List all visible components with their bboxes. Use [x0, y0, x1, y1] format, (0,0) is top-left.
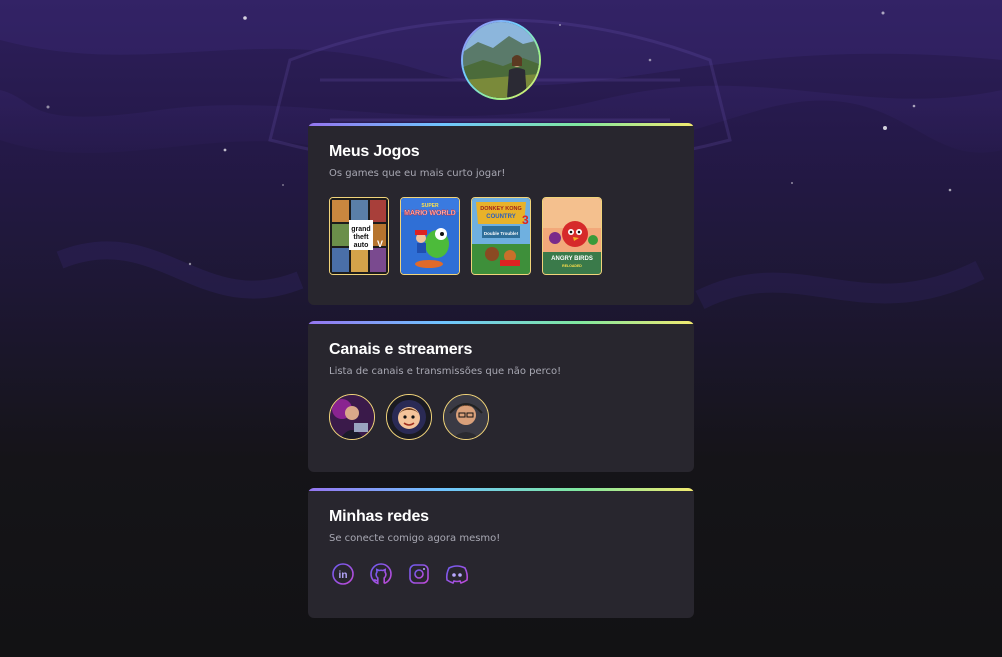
socials-card: Minhas redes Se conecte comigo agora mes… — [308, 488, 694, 618]
socials-card-title: Minhas redes — [329, 508, 429, 525]
streamer-2-avatar-icon — [387, 395, 431, 439]
games-card-subtitle: Os games que eu mais curto jogar! — [329, 168, 506, 179]
socials-card-subtitle: Se conecte comigo agora mesmo! — [329, 533, 501, 544]
linkedin-link[interactable]: in — [330, 561, 356, 587]
donkey-kong-country-3-cover-icon: DONKEY KONG COUNTRY 3 Double Trouble! — [472, 198, 530, 274]
github-link[interactable] — [368, 561, 394, 587]
discord-icon — [445, 565, 469, 584]
linkedin-icon: in — [332, 563, 354, 585]
instagram-link[interactable] — [406, 561, 432, 587]
svg-text:theft: theft — [353, 234, 369, 241]
profile-photo — [463, 22, 539, 98]
angry-birds-reloaded-cover-icon: ANGRY BIRDS RELOADED — [543, 198, 601, 274]
instagram-icon — [409, 564, 429, 584]
streamers-card-subtitle: Lista de canais e transmissões que não p… — [329, 366, 562, 377]
svg-text:SUPER: SUPER — [421, 203, 439, 209]
svg-text:MARIO WORLD: MARIO WORLD — [404, 210, 456, 217]
gta-v-cover-icon: grand theft auto V — [330, 198, 388, 274]
streamer-3-avatar-icon — [444, 395, 488, 439]
super-mario-world-cover-icon: SUPER MARIO WORLD — [401, 198, 459, 274]
games-card: Meus Jogos Os games que eu mais curto jo… — [308, 123, 694, 305]
streamers-card-title: Canais e streamers — [329, 341, 473, 358]
svg-text:auto: auto — [354, 242, 369, 249]
svg-text:in: in — [339, 570, 348, 581]
games-card-title: Meus Jogos — [329, 143, 420, 160]
game-angry-birds-reloaded[interactable]: ANGRY BIRDS RELOADED — [542, 197, 602, 275]
profile-avatar — [461, 20, 541, 100]
streamers-list — [329, 394, 673, 440]
discord-link[interactable] — [444, 561, 470, 587]
games-list: grand theft auto V SUPER MARIO WORLD DON… — [329, 197, 673, 275]
svg-text:RELOADED: RELOADED — [562, 264, 582, 268]
game-donkey-kong-country-3[interactable]: DONKEY KONG COUNTRY 3 Double Trouble! — [471, 197, 531, 275]
svg-text:ANGRY BIRDS: ANGRY BIRDS — [551, 256, 593, 262]
streamer-3[interactable] — [443, 394, 489, 440]
streamer-2[interactable] — [386, 394, 432, 440]
svg-text:Double Trouble!: Double Trouble! — [484, 231, 519, 236]
game-super-mario-world[interactable]: SUPER MARIO WORLD — [400, 197, 460, 275]
streamer-1[interactable] — [329, 394, 375, 440]
svg-text:V: V — [377, 239, 383, 249]
github-icon — [370, 563, 392, 585]
social-links: in — [330, 561, 673, 587]
svg-text:COUNTRY: COUNTRY — [486, 214, 515, 220]
svg-text:3: 3 — [522, 213, 529, 227]
streamer-1-avatar-icon — [330, 395, 374, 439]
svg-text:DONKEY KONG: DONKEY KONG — [480, 206, 521, 212]
svg-text:grand: grand — [351, 226, 370, 233]
game-gta-v[interactable]: grand theft auto V — [329, 197, 389, 275]
streamers-card: Canais e streamers Lista de canais e tra… — [308, 321, 694, 472]
